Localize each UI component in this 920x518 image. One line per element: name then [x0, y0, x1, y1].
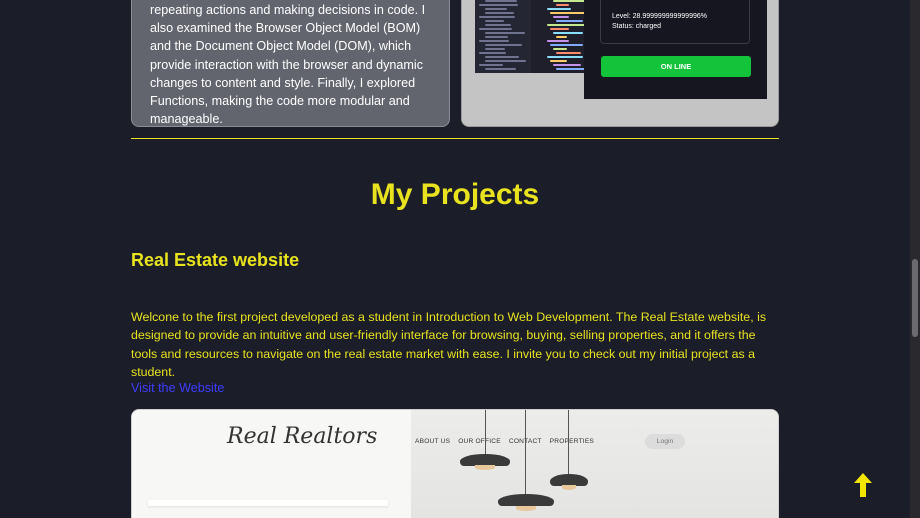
lamp-bulb [516, 506, 536, 511]
code-line [547, 56, 583, 58]
preview-login-button: Login [645, 434, 685, 449]
project-preview-image[interactable]: Real Realtors ABOUT US OUR OFFICE CONTAC… [131, 409, 779, 518]
code-line [485, 60, 526, 62]
battery-level: Level: 28.999999999999996% [612, 13, 707, 20]
battery-status: Status: charged [612, 23, 662, 30]
pendant-lamp-icon [498, 494, 554, 506]
battery-status-box [600, 0, 750, 44]
code-line [556, 20, 583, 22]
code-line [479, 52, 506, 54]
code-line [553, 48, 567, 50]
code-line [553, 32, 583, 34]
preview-nav-office: OUR OFFICE [458, 438, 501, 445]
code-line [550, 44, 583, 46]
code-line [553, 64, 581, 66]
code-line [479, 40, 509, 42]
previous-topic-description: repeating actions and making decisions i… [150, 3, 426, 127]
online-button: ON LINE [601, 56, 751, 77]
code-line [479, 4, 518, 6]
code-editor-screenshot [475, 0, 595, 73]
code-line [547, 40, 569, 42]
arrow-up-icon [854, 473, 872, 497]
code-line [556, 36, 567, 38]
code-line [485, 20, 504, 22]
scrollbar-thumb[interactable] [912, 259, 918, 337]
code-line [485, 44, 522, 46]
page-scrollbar[interactable] [910, 0, 920, 518]
code-line [479, 64, 503, 66]
code-line [485, 12, 514, 14]
phone-mockup: Level: 28.999999999999996% Status: charg… [584, 0, 767, 99]
scroll-to-top-button[interactable] [853, 472, 873, 498]
code-line [485, 68, 516, 70]
code-line [553, 16, 569, 18]
code-line [553, 0, 585, 2]
code-line [479, 16, 515, 18]
preview-nav-properties: PROPERTIES [549, 438, 595, 445]
code-line [485, 0, 517, 2]
visit-website-link[interactable]: Visit the Website [131, 381, 224, 395]
code-line [485, 56, 519, 58]
code-line [547, 24, 585, 26]
section-divider [131, 138, 779, 139]
code-line [556, 52, 581, 54]
code-line [547, 8, 571, 10]
code-line [550, 28, 569, 30]
project-title: Real Estate website [131, 250, 300, 270]
lamp-cord [568, 410, 569, 476]
code-line [556, 4, 569, 6]
code-line [485, 8, 507, 10]
lamp-cord [525, 410, 526, 494]
code-line [479, 28, 512, 30]
lamp-bulb [475, 465, 495, 470]
code-line [550, 60, 567, 62]
previous-topic-image: Level: 28.999999999999996% Status: charg… [461, 0, 779, 127]
code-line [485, 48, 505, 50]
code-line [485, 32, 525, 34]
projects-heading: My Projects [370, 178, 540, 211]
preview-window-sill [148, 500, 388, 506]
project-description: Welcone to the first project developed a… [131, 310, 767, 379]
code-line [485, 36, 508, 38]
preview-logo: Real Realtors [227, 424, 378, 449]
previous-topic-card: repeating actions and making decisions i… [131, 0, 450, 127]
code-line [550, 12, 585, 14]
lamp-cord [485, 410, 486, 456]
preview-nav-about: ABOUT US [415, 438, 451, 445]
lamp-bulb [562, 485, 576, 490]
code-line [485, 24, 511, 26]
